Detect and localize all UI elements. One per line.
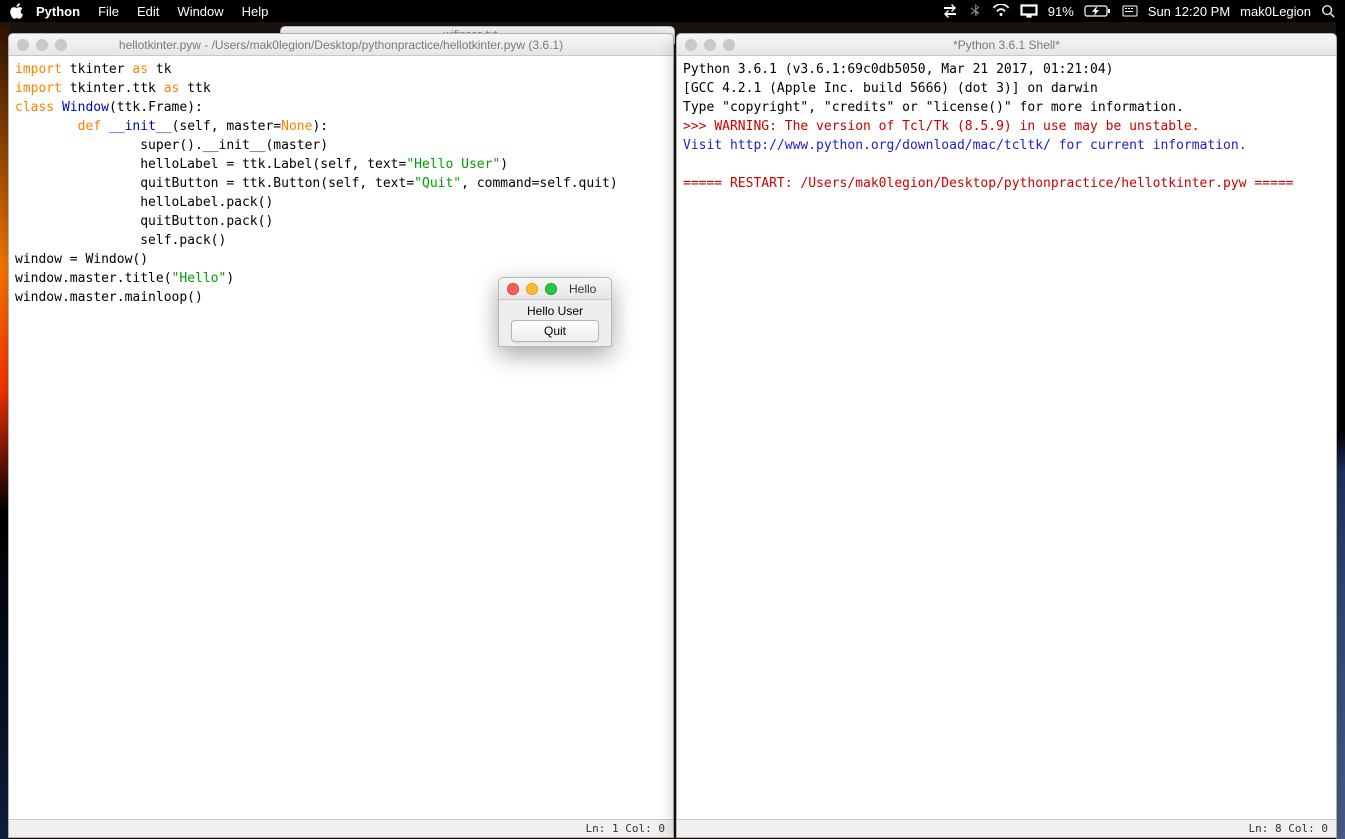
battery-icon[interactable] [1084, 4, 1112, 18]
shell-output-area[interactable]: Python 3.6.1 (v3.6.1:69c0db5050, Mar 21 … [677, 56, 1336, 819]
zoom-button[interactable] [545, 283, 557, 295]
desktop-wallpaper-right [1336, 22, 1345, 839]
hello-user-label: Hello User [527, 304, 583, 318]
editor-statusbar: Ln: 1 Col: 0 [9, 819, 673, 837]
input-menu-icon[interactable] [1122, 4, 1138, 18]
close-button[interactable] [685, 39, 697, 51]
bluetooth-icon[interactable] [968, 4, 982, 18]
tk-titlebar[interactable]: Hello [499, 278, 611, 300]
swap-icon[interactable] [942, 3, 958, 19]
menu-help[interactable]: Help [242, 4, 269, 19]
quit-button[interactable]: Quit [511, 320, 599, 342]
idle-shell-window: *Python 3.6.1 Shell* Python 3.6.1 (v3.6.… [676, 33, 1337, 838]
zoom-button[interactable] [723, 39, 735, 51]
tk-title-text: Hello [569, 282, 596, 296]
minimize-button[interactable] [704, 39, 716, 51]
menu-file[interactable]: File [98, 4, 119, 19]
idle-editor-window: hellotkinter.pyw - /Users/mak0legion/Des… [8, 33, 674, 838]
minimize-button[interactable] [526, 283, 538, 295]
spotlight-icon[interactable] [1321, 4, 1335, 18]
editor-titlebar[interactable]: hellotkinter.pyw - /Users/mak0legion/Des… [9, 34, 673, 56]
editor-title: hellotkinter.pyw - /Users/mak0legion/Des… [9, 38, 673, 52]
macos-menubar: Python File Edit Window Help 91% Sun 12:… [0, 0, 1345, 22]
apple-logo-icon[interactable] [8, 2, 26, 20]
shell-title: *Python 3.6.1 Shell* [677, 38, 1336, 52]
shell-statusbar: Ln: 8 Col: 0 [677, 819, 1336, 837]
menubar-app-name[interactable]: Python [36, 4, 80, 19]
menubar-clock[interactable]: Sun 12:20 PM [1148, 4, 1230, 19]
menu-edit[interactable]: Edit [137, 4, 159, 19]
close-button[interactable] [507, 283, 519, 295]
editor-code-area[interactable]: import tkinter as tk import tkinter.ttk … [9, 56, 673, 819]
zoom-button[interactable] [55, 39, 67, 51]
minimize-button[interactable] [36, 39, 48, 51]
menubar-user[interactable]: mak0Legion [1240, 4, 1311, 19]
display-icon[interactable] [1020, 4, 1038, 18]
wifi-icon[interactable] [992, 4, 1010, 18]
shell-titlebar[interactable]: *Python 3.6.1 Shell* [677, 34, 1336, 56]
battery-percent: 91% [1048, 4, 1074, 19]
menu-window[interactable]: Window [177, 4, 223, 19]
tkinter-app-window: Hello Hello User Quit [498, 277, 612, 347]
close-button[interactable] [17, 39, 29, 51]
